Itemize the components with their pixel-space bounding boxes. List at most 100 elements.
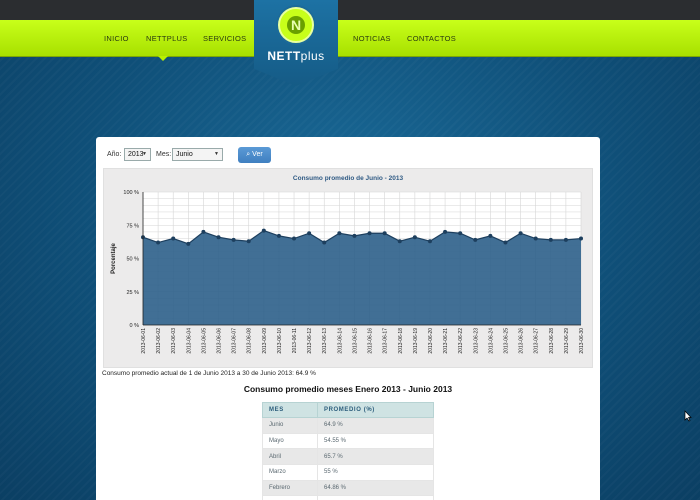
data-point (276, 233, 281, 238)
data-point (473, 237, 478, 242)
x-tick-label: 2013-06-23 (473, 328, 479, 354)
cell-promedio: 64.86 % (317, 479, 434, 497)
x-tick-label: 2013-06-03 (171, 328, 177, 354)
x-tick-label: 2013-06-17 (383, 328, 389, 354)
data-point (518, 231, 523, 236)
logo-letter: N (287, 16, 305, 34)
year-label: Año: (107, 151, 122, 158)
x-tick-label: 2013-06-16 (368, 328, 374, 354)
y-tick-label: 50 % (126, 257, 139, 263)
data-point (488, 233, 493, 238)
cell-mes: Abril (262, 448, 318, 466)
data-point (352, 233, 357, 238)
x-tick-label: 2013-06-09 (262, 328, 268, 354)
summary-title: Consumo promedio meses Enero 2013 - Juni… (243, 384, 453, 394)
x-tick-label: 2013-06-10 (277, 328, 283, 354)
x-tick-label: 2013-06-11 (292, 328, 298, 353)
x-tick-label: 2013-06-13 (322, 328, 328, 354)
data-point (397, 239, 402, 244)
data-point (427, 239, 432, 244)
x-tick-label: 2013-06-29 (564, 328, 570, 354)
cell-promedio (317, 495, 434, 500)
x-tick-label: 2013-06-02 (156, 328, 162, 354)
series-area (143, 230, 581, 325)
table-row (262, 495, 434, 500)
y-tick-label: 0 % (130, 323, 140, 329)
table-row: Abril 65.7 % (262, 448, 434, 466)
x-tick-label: 2013-06-18 (398, 328, 404, 354)
nav-servicios[interactable]: SERVICIOS (203, 20, 246, 57)
data-point (231, 237, 236, 242)
x-tick-label: 2013-06-22 (458, 328, 464, 354)
data-point (533, 236, 538, 241)
average-caption: Consumo promedio actual de 1 de Junio 20… (102, 370, 316, 377)
y-tick-label: 100 % (123, 190, 139, 196)
top-bar (0, 0, 700, 20)
table-row: Mayo 54.55 % (262, 432, 434, 450)
data-point (186, 241, 191, 246)
nav-contactos[interactable]: CONTACTOS (407, 20, 456, 57)
summary-table: MES PROMEDIO (%) Junio 64.9 % Mayo 54.55 % A… (262, 402, 434, 500)
y-axis-title: Porcentaje (111, 243, 117, 274)
data-point (563, 237, 568, 242)
main-nav: INICIO NETTPLUS SERVICIOS NOTICIAS CONTA… (0, 20, 700, 57)
x-tick-label: 2013-06-21 (443, 328, 449, 354)
x-tick-label: 2013-06-08 (247, 328, 253, 354)
x-tick-label: 2013-06-05 (201, 328, 207, 354)
chevron-down-icon: ▼ (214, 151, 219, 157)
x-tick-label: 2013-06-30 (579, 328, 585, 354)
table-row: Febrero 64.86 % (262, 479, 434, 497)
x-tick-label: 2013-06-24 (488, 328, 494, 354)
logo-brand-light: plus (300, 49, 325, 63)
data-point (443, 229, 448, 234)
table-row: Junio 64.9 % (262, 417, 434, 434)
ver-button-label: Ver (252, 151, 263, 158)
cell-mes: Junio (262, 417, 318, 434)
month-label: Mes: (156, 151, 172, 158)
data-point (216, 235, 221, 240)
data-point (156, 240, 161, 245)
cell-promedio: 55 % (317, 464, 434, 481)
data-point (579, 236, 583, 241)
x-tick-label: 2013-06-04 (186, 328, 192, 354)
x-tick-label: 2013-06-14 (337, 328, 343, 354)
cell-promedio: 64.9 % (317, 417, 434, 434)
search-icon: ⌕ (246, 151, 251, 158)
cell-mes: Febrero (262, 479, 318, 497)
cell-mes: Mayo (262, 432, 318, 450)
logo-icon[interactable]: N (278, 7, 314, 43)
data-point (548, 237, 553, 242)
data-point (292, 236, 297, 241)
cell-promedio: 54.55 % (317, 432, 434, 450)
data-point (171, 236, 176, 241)
data-point (337, 231, 342, 236)
mouse-cursor-icon (684, 410, 692, 422)
data-point (201, 229, 206, 234)
x-tick-label: 2013-06-19 (413, 328, 419, 354)
x-tick-label: 2013-06-26 (519, 328, 525, 354)
x-tick-label: 2013-06-20 (428, 328, 434, 354)
nav-noticias[interactable]: NOTICIAS (353, 20, 391, 57)
year-select[interactable]: 2013 ▼ (124, 148, 151, 161)
logo-wordmark[interactable]: NETTplus (258, 49, 334, 63)
data-point (503, 240, 508, 245)
header-mes: MES (262, 402, 318, 418)
cell-promedio: 65.7 % (317, 448, 434, 466)
cell-mes: Marzo (262, 464, 318, 481)
x-tick-label: 2013-06-06 (217, 328, 223, 354)
month-select[interactable]: Junio ▼ (172, 148, 223, 161)
x-tick-label: 2013-06-01 (141, 328, 147, 354)
active-nav-indicator (158, 56, 168, 61)
data-point (307, 231, 312, 236)
nav-nettplus[interactable]: NETTPLUS (146, 20, 188, 57)
x-tick-label: 2013-06-28 (549, 328, 555, 354)
y-tick-label: 25 % (126, 290, 139, 296)
x-tick-label: 2013-06-25 (503, 328, 509, 354)
data-point (412, 235, 417, 240)
ver-button[interactable]: ⌕ Ver (238, 147, 271, 163)
month-select-value: Junio (176, 151, 193, 158)
nav-inicio[interactable]: INICIO (104, 20, 129, 57)
data-point (382, 231, 387, 236)
data-point (458, 231, 463, 236)
x-tick-label: 2013-06-12 (307, 328, 313, 354)
